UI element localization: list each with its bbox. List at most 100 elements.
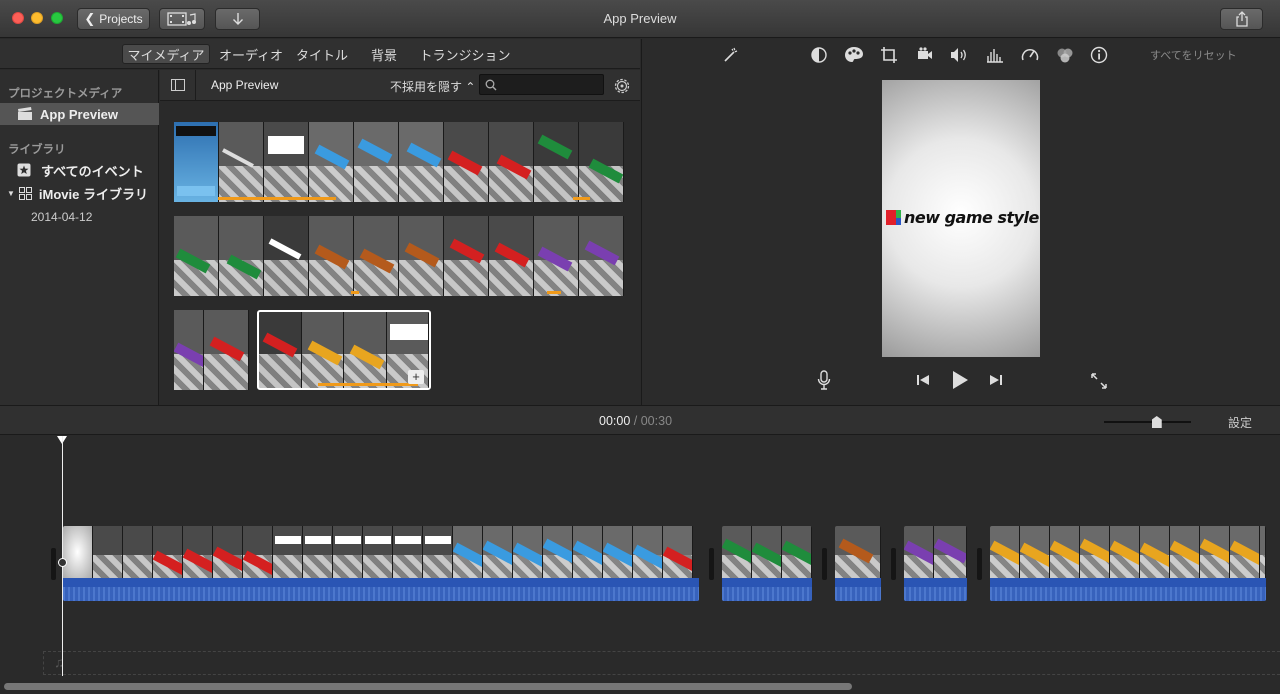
search-input[interactable] bbox=[500, 76, 600, 93]
clip-frames bbox=[63, 526, 693, 578]
clip-thumbnail[interactable] bbox=[444, 216, 489, 296]
filter-icon[interactable] bbox=[1055, 45, 1075, 65]
clip-thumbnail bbox=[990, 526, 1020, 578]
toggle-sidebar-icon[interactable] bbox=[171, 79, 185, 91]
clip-thumbnail bbox=[393, 526, 423, 578]
zoom-slider-knob[interactable] bbox=[1151, 416, 1162, 428]
browser-clip-row-3[interactable] bbox=[174, 310, 250, 390]
tab-my-media[interactable]: マイメディア bbox=[122, 44, 210, 64]
clip-handle[interactable] bbox=[51, 548, 56, 580]
clip-thumbnail[interactable] bbox=[219, 122, 264, 202]
clip-thumbnail[interactable] bbox=[444, 122, 489, 202]
current-time: 00:00 bbox=[599, 414, 631, 428]
skip-forward-icon bbox=[990, 375, 1002, 385]
clip-thumbnail[interactable] bbox=[534, 122, 579, 202]
clip-thumbnail bbox=[243, 526, 273, 578]
clip-thumbnail[interactable] bbox=[174, 122, 219, 202]
microphone-icon bbox=[817, 370, 831, 390]
clip-thumbnail[interactable] bbox=[579, 216, 624, 296]
add-to-movie-plus-icon[interactable]: + bbox=[408, 370, 424, 384]
voiceover-button[interactable] bbox=[816, 370, 832, 390]
timecode: 00:00 / 00:30 bbox=[599, 414, 672, 428]
tab-titles[interactable]: タイトル bbox=[292, 44, 352, 64]
tab-transitions[interactable]: トランジション bbox=[416, 44, 514, 64]
browser-toolbar: App Preview 不採用を隠す ⌃ bbox=[160, 70, 640, 101]
speedometer-icon[interactable] bbox=[1020, 45, 1040, 65]
next-button[interactable] bbox=[988, 372, 1004, 388]
timeline-clip[interactable] bbox=[63, 526, 699, 601]
sidebar-item-event-date[interactable]: 2014-04-12 bbox=[31, 210, 92, 224]
equalizer-icon[interactable] bbox=[985, 45, 1005, 65]
clip-thumbnail[interactable] bbox=[534, 216, 579, 296]
timeline-clip[interactable] bbox=[904, 526, 967, 601]
clip-thumbnail[interactable] bbox=[174, 216, 219, 296]
timeline-clip[interactable] bbox=[722, 526, 812, 601]
timeline[interactable]: ♫ bbox=[0, 436, 1280, 694]
clip-handle[interactable] bbox=[891, 548, 896, 580]
clip-thumbnail[interactable] bbox=[204, 310, 249, 390]
magic-wand-icon[interactable] bbox=[721, 45, 741, 65]
share-icon bbox=[1235, 11, 1248, 27]
clip-thumbnail[interactable] bbox=[399, 122, 444, 202]
clip-thumbnail[interactable] bbox=[579, 122, 624, 202]
tab-audio[interactable]: オーディオ bbox=[216, 44, 286, 64]
timeline-clip[interactable] bbox=[835, 526, 881, 601]
clip-frames bbox=[835, 526, 881, 578]
volume-icon[interactable] bbox=[949, 45, 969, 65]
sidebar-item-label: iMovie ライブラリ bbox=[38, 186, 148, 202]
clip-thumbnail[interactable] bbox=[489, 216, 534, 296]
playhead[interactable] bbox=[62, 436, 63, 676]
clip-thumbnail bbox=[904, 526, 934, 578]
clip-frames bbox=[722, 526, 812, 578]
clip-thumbnail[interactable] bbox=[354, 216, 399, 296]
used-range-indicator bbox=[547, 291, 561, 294]
clip-thumbnail[interactable] bbox=[264, 122, 309, 202]
clip-thumbnail[interactable] bbox=[399, 216, 444, 296]
zoom-slider[interactable] bbox=[1104, 416, 1191, 428]
clip-handle[interactable] bbox=[709, 548, 714, 580]
clip-handle[interactable] bbox=[977, 548, 982, 580]
clip-thumbnail[interactable] bbox=[219, 216, 264, 296]
fullscreen-button[interactable] bbox=[1089, 371, 1109, 391]
horizontal-scrollbar[interactable] bbox=[4, 683, 852, 690]
color-balance-icon[interactable] bbox=[809, 45, 829, 65]
clip-thumbnail[interactable] bbox=[264, 216, 309, 296]
sidebar-item-label: App Preview bbox=[40, 106, 119, 122]
play-button[interactable] bbox=[949, 369, 971, 391]
reset-all-button[interactable]: すべてをリセット bbox=[1150, 47, 1237, 63]
clip-thumbnail[interactable] bbox=[174, 310, 204, 390]
clip-thumbnail bbox=[423, 526, 453, 578]
stabilization-camera-icon[interactable] bbox=[915, 45, 935, 65]
gear-icon[interactable] bbox=[612, 76, 632, 96]
preview-logo: new game style bbox=[886, 208, 1039, 227]
clip-thumbnail bbox=[1050, 526, 1080, 578]
clip-handle[interactable] bbox=[822, 548, 827, 580]
clip-thumbnail[interactable] bbox=[489, 122, 534, 202]
clip-thumbnail[interactable] bbox=[309, 216, 354, 296]
content-library-tabs: マイメディア オーディオ タイトル 背景 トランジション bbox=[0, 39, 640, 69]
sidebar-item-imovie-library[interactable]: ▼ iMovie ライブラリ bbox=[0, 182, 159, 204]
clip-thumbnail[interactable] bbox=[309, 122, 354, 202]
crop-icon[interactable] bbox=[879, 45, 899, 65]
browser-clip-row-1[interactable] bbox=[174, 122, 624, 202]
clip-thumbnail[interactable] bbox=[354, 122, 399, 202]
browser-clip-row-2[interactable] bbox=[174, 216, 624, 296]
disclosure-triangle-icon[interactable]: ▼ bbox=[7, 189, 15, 198]
sidebar-item-all-events[interactable]: すべてのイベント bbox=[0, 159, 159, 181]
clip-thumbnail bbox=[93, 526, 123, 578]
info-icon[interactable] bbox=[1089, 45, 1109, 65]
title-bar: ❮ Projects App Preview bbox=[0, 0, 1280, 38]
tab-backgrounds[interactable]: 背景 bbox=[364, 44, 404, 64]
search-field[interactable] bbox=[479, 74, 604, 95]
clip-audio-waveform bbox=[990, 578, 1266, 601]
timeline-clip[interactable] bbox=[990, 526, 1266, 601]
previous-button[interactable] bbox=[915, 372, 931, 388]
clip-thumbnail bbox=[1200, 526, 1230, 578]
hide-rejected-dropdown[interactable]: 不採用を隠す ⌃ bbox=[390, 78, 475, 95]
sidebar-item-project[interactable]: App Preview bbox=[0, 103, 159, 125]
background-music-well[interactable]: ♫ bbox=[43, 651, 1280, 675]
clip-thumbnail bbox=[663, 526, 693, 578]
timeline-settings-button[interactable]: 設定 bbox=[1228, 414, 1252, 431]
share-button[interactable] bbox=[1220, 8, 1263, 30]
color-palette-icon[interactable] bbox=[844, 45, 864, 65]
